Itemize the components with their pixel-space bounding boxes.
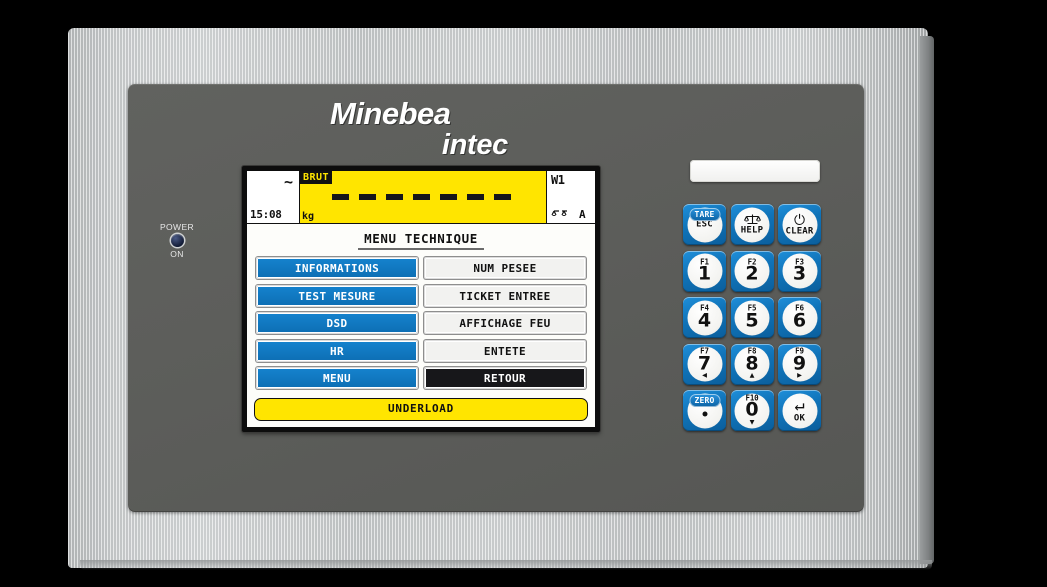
weight-header: ~ 15:08 BRUT kg W1 A: [247, 171, 595, 224]
menu-button-ticket-entree[interactable]: TICKET ENTREE: [424, 284, 586, 307]
lcd-bezel: ~ 15:08 BRUT kg W1 A MENU TECHNIQUE INFO…: [242, 166, 600, 432]
key-face: F5 5: [734, 300, 770, 335]
key-sub-label: OK: [793, 413, 806, 424]
power-icon: ⏻: [793, 212, 806, 228]
key-arrow-icon: ▲: [749, 370, 755, 380]
key-5[interactable]: F5 5: [730, 297, 774, 338]
weight-digit-dash: [439, 194, 457, 200]
key-6[interactable]: F6 6: [778, 297, 821, 338]
weight-header-left: ~ 15:08: [247, 171, 300, 223]
key-0[interactable]: F10 0 ▼: [730, 390, 774, 431]
key-face: F4 4: [687, 300, 722, 335]
menu-button-retour[interactable]: RETOUR: [424, 367, 586, 389]
status-message: UNDERLOAD: [254, 398, 588, 421]
key-9[interactable]: F9 9 ▶: [778, 343, 821, 385]
key-face: HELP: [734, 207, 770, 242]
key-arrow-icon: ▶: [797, 370, 802, 380]
weight-digit-dash: [358, 194, 376, 200]
key-arrow-icon: ◀: [702, 370, 707, 380]
key-arrow-icon: ▼: [749, 417, 755, 427]
key-face: F3 3: [782, 253, 817, 289]
scale-letter: A: [579, 208, 586, 221]
enter-arrow-icon: ↵: [794, 395, 805, 416]
key-sub-label: ESC: [696, 219, 713, 229]
weight-digit-dash: [493, 194, 511, 200]
key-face: F2 2: [734, 253, 770, 289]
key-face: ↵ OK: [782, 393, 817, 428]
menu-button-informations[interactable]: INFORMATIONS: [256, 257, 418, 279]
weight-digit-dash: [331, 194, 349, 200]
range-label: W1: [551, 173, 565, 187]
menu-button-dsd[interactable]: DSD: [256, 312, 418, 334]
weight-digit-dash: [466, 194, 484, 200]
decimal-point-icon: [702, 411, 707, 417]
key-2[interactable]: F2 2: [730, 250, 774, 292]
key-number: 5: [745, 309, 759, 332]
balance-scale-icon: [551, 210, 567, 216]
key-number: 1: [697, 262, 712, 285]
key-clear[interactable]: ⏻ CLEAR: [778, 204, 821, 245]
brand-line-1: Minebea: [330, 96, 451, 131]
lcd-screen[interactable]: ~ 15:08 BRUT kg W1 A MENU TECHNIQUE INFO…: [247, 171, 595, 427]
key-help[interactable]: HELP: [730, 204, 774, 245]
bezel-right-edge: [920, 36, 934, 564]
key-number: 6: [792, 309, 807, 332]
key-7[interactable]: F7 7 ◀: [683, 343, 726, 385]
weight-digit-dash: [385, 194, 403, 200]
key-face: F6 6: [782, 300, 817, 335]
key-8[interactable]: F8 8 ▲: [730, 343, 774, 385]
key-1[interactable]: F1 1: [683, 250, 726, 292]
key-number: 2: [745, 262, 759, 285]
menu-column-right: NUM PESEE TICKET ENTREE AFFICHAGE FEU ENTET…: [424, 257, 586, 389]
key-esc[interactable]: ESC TARE: [683, 204, 726, 245]
key-number: 3: [792, 262, 807, 285]
keypad: ESC TARE HELP ⏻ CLEAR F1 1 F2 2 F3 3 F4 4 F5 5 F6 6 F7 7 ◀ F…: [683, 204, 828, 431]
menu-button-hr[interactable]: HR: [256, 339, 418, 362]
weight-mode-badge: BRUT: [300, 171, 333, 184]
menu-button-menu[interactable]: MENU: [256, 367, 418, 389]
key-4[interactable]: F4 4: [683, 297, 726, 338]
key-3[interactable]: F3 3: [778, 250, 821, 292]
weight-header-right: W1 A: [546, 171, 595, 223]
weight-digit-dash: [412, 194, 430, 200]
ac-power-icon: ~: [283, 173, 293, 191]
scale-icon: [743, 214, 761, 225]
key-number: 4: [697, 309, 712, 332]
key-face: F7 7 ◀: [687, 346, 722, 382]
key-face: F10 0 ▼: [734, 393, 770, 428]
clock-time: 15:08: [250, 208, 282, 221]
menu-column-left: INFORMATIONS TEST MESURE DSD HR MENU: [256, 257, 418, 389]
blank-label-strip: [690, 160, 820, 182]
menu-button-affichage-feu[interactable]: AFFICHAGE FEU: [424, 312, 586, 334]
power-label-top: POWER: [159, 222, 195, 232]
key-face: F1 1: [687, 253, 722, 289]
power-label-bottom: ON: [170, 249, 184, 259]
menu-grid: INFORMATIONS TEST MESURE DSD HR MENU NUM PES…: [247, 250, 595, 389]
key-ok[interactable]: ↵ OK: [778, 390, 821, 431]
key-face: F9 9 ▶: [782, 346, 817, 382]
brand-line-2: intec: [441, 129, 508, 161]
screen-title: MENU TECHNIQUE: [364, 231, 478, 246]
key-face: ⏻ CLEAR: [782, 207, 817, 242]
key-sub-label: CLEAR: [785, 226, 814, 236]
key-face: F8 8 ▲: [734, 346, 770, 382]
key-sub-label: HELP: [740, 225, 764, 236]
menu-button-test-mesure[interactable]: TEST MESURE: [256, 284, 418, 307]
scale-indicator: A: [551, 207, 586, 220]
weight-value-field: BRUT kg: [300, 171, 546, 223]
menu-button-entete[interactable]: ENTETE: [424, 339, 586, 362]
power-led-icon: [170, 234, 184, 247]
key-badge-tare: TARE: [689, 208, 720, 221]
weight-digits: [300, 194, 542, 200]
bezel-bottom-edge: [80, 560, 932, 570]
key-badge-zero: ZERO: [689, 394, 720, 407]
menu-button-num-pesee[interactable]: NUM PESEE: [424, 257, 586, 279]
key-zero[interactable]: ZERO: [683, 390, 726, 431]
weight-unit: kg: [302, 211, 315, 222]
brand-logo: Minebea intec: [330, 96, 530, 161]
terminal-screenshot: Minebea intec POWER ON ~ 15:08 BRUT kg W…: [0, 0, 1047, 587]
power-indicator: POWER ON: [148, 222, 206, 259]
